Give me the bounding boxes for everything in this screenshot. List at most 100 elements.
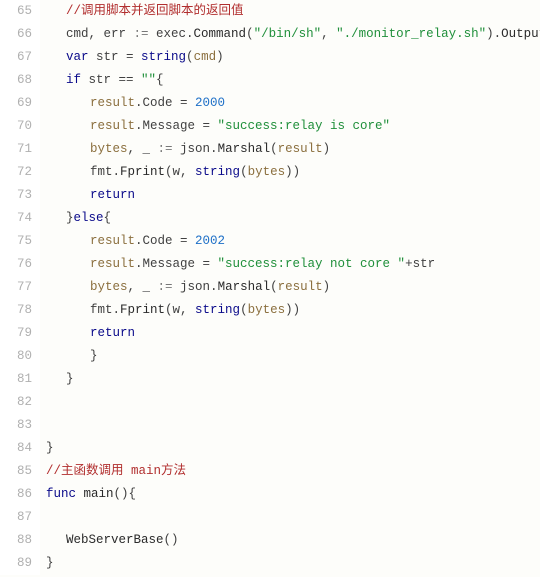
token: json. <box>173 142 218 156</box>
code-line: bytes, _ := json.Marshal(result) <box>46 276 540 299</box>
string: "./monitor_relay.sh" <box>336 27 486 41</box>
code-line: return <box>46 184 540 207</box>
identifier: result <box>90 257 135 271</box>
token: )) <box>285 303 300 317</box>
token: { <box>156 73 164 87</box>
token: () <box>164 533 179 547</box>
token: ) <box>216 50 224 64</box>
line-number: 78 <box>0 299 32 322</box>
token: .Message = <box>135 119 218 133</box>
line-number: 87 <box>0 506 32 529</box>
token: ( <box>246 27 254 41</box>
code-line: func main(){ <box>46 483 540 506</box>
token: )) <box>285 165 300 179</box>
token: +str <box>405 257 435 271</box>
string: "" <box>141 73 156 87</box>
keyword: var <box>66 50 89 64</box>
identifier: cmd <box>194 50 217 64</box>
code-line: } <box>46 552 540 575</box>
token: Fprint <box>120 165 165 179</box>
identifier: result <box>90 234 135 248</box>
token: json. <box>173 280 218 294</box>
line-number: 72 <box>0 161 32 184</box>
token: , _ <box>128 280 158 294</box>
code-line <box>46 414 540 437</box>
code-line: fmt.Fprint(w, string(bytes)) <box>46 299 540 322</box>
type: string <box>195 165 240 179</box>
line-number: 69 <box>0 92 32 115</box>
token: } <box>90 349 98 363</box>
code-line: return <box>46 322 540 345</box>
code-line: } <box>46 345 540 368</box>
identifier: bytes <box>248 303 286 317</box>
code-line: result.Code = 2000 <box>46 92 540 115</box>
token: } <box>66 372 74 386</box>
token: exec. <box>149 27 194 41</box>
token: ) <box>323 142 331 156</box>
identifier: bytes <box>248 165 286 179</box>
token: := <box>134 27 149 41</box>
token: Command <box>194 27 247 41</box>
token: ( <box>240 165 248 179</box>
line-number: 81 <box>0 368 32 391</box>
code-line: }else{ <box>46 207 540 230</box>
line-number: 71 <box>0 138 32 161</box>
token: str = <box>89 50 142 64</box>
code-line <box>46 506 540 529</box>
code-line: //主函数调用 main方法 <box>46 460 540 483</box>
keyword: if <box>66 73 81 87</box>
token: Fprint <box>120 303 165 317</box>
line-number: 89 <box>0 552 32 575</box>
identifier: bytes <box>90 280 128 294</box>
token: := <box>158 280 173 294</box>
string: "success:relay is core" <box>218 119 391 133</box>
token <box>76 487 84 501</box>
token: ( <box>186 50 194 64</box>
line-number: 82 <box>0 391 32 414</box>
string: "success:relay not core " <box>218 257 406 271</box>
code-area[interactable]: //调用脚本并返回脚本的返回值 cmd, err := exec.Command… <box>40 0 540 575</box>
line-number: 83 <box>0 414 32 437</box>
code-line: cmd, err := exec.Command("/bin/sh", "./m… <box>46 23 540 46</box>
code-line: result.Message = "success:relay is core" <box>46 115 540 138</box>
type: string <box>141 50 186 64</box>
identifier: result <box>90 119 135 133</box>
token: cmd, err <box>66 27 134 41</box>
identifier: result <box>278 142 323 156</box>
code-line: result.Message = "success:relay not core… <box>46 253 540 276</box>
token: } <box>46 556 54 570</box>
token: ( <box>240 303 248 317</box>
string: "/bin/sh" <box>254 27 322 41</box>
keyword: return <box>90 188 135 202</box>
line-number: 74 <box>0 207 32 230</box>
line-number: 65 <box>0 0 32 23</box>
line-number: 79 <box>0 322 32 345</box>
token: } <box>46 441 54 455</box>
token: (w, <box>165 303 195 317</box>
code-line: result.Code = 2002 <box>46 230 540 253</box>
line-number: 77 <box>0 276 32 299</box>
token: Output <box>501 27 540 41</box>
token: str == <box>81 73 141 87</box>
token: Marshal <box>218 142 271 156</box>
token: (w, <box>165 165 195 179</box>
token: , <box>321 27 336 41</box>
type: string <box>195 303 240 317</box>
keyword: return <box>90 326 135 340</box>
token: fmt. <box>90 165 120 179</box>
line-number: 75 <box>0 230 32 253</box>
code-line: if str == ""{ <box>46 69 540 92</box>
code-line: WebServerBase() <box>46 529 540 552</box>
identifier: result <box>278 280 323 294</box>
token: .Code = <box>135 234 195 248</box>
line-number: 86 <box>0 483 32 506</box>
line-number: 76 <box>0 253 32 276</box>
code-line <box>46 391 540 414</box>
line-number: 66 <box>0 23 32 46</box>
code-editor: 65 66 67 68 69 70 71 72 73 74 75 76 77 7… <box>0 0 540 575</box>
token: WebServerBase <box>66 533 164 547</box>
line-number: 67 <box>0 46 32 69</box>
identifier: bytes <box>90 142 128 156</box>
token: ( <box>270 142 278 156</box>
number: 2002 <box>195 234 225 248</box>
